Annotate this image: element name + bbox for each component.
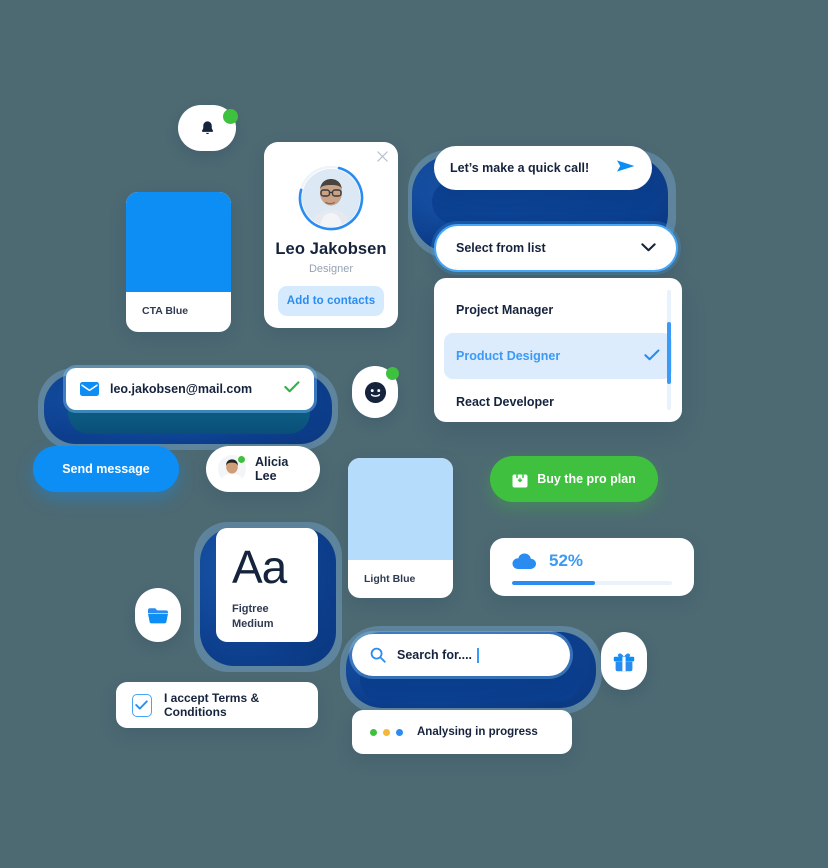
buy-pro-plan-button[interactable]: Buy the pro plan <box>490 456 658 502</box>
search-value: Search for.... <box>397 648 473 662</box>
bell-button[interactable] <box>178 105 238 151</box>
shopping-bag-icon <box>512 470 528 488</box>
profile-name: Leo Jakobsen <box>275 240 387 258</box>
color-swatch-cta-blue[interactable]: CTA Blue <box>126 192 231 332</box>
contact-name: Alicia Lee <box>255 455 289 483</box>
status-dots <box>370 728 403 736</box>
online-status-dot <box>237 455 246 464</box>
select-from-list[interactable]: Select from list <box>434 224 678 272</box>
terms-label: I accept Terms & Conditions <box>163 691 260 719</box>
gift-badge[interactable] <box>601 632 647 690</box>
list-item-label: React Developer <box>456 395 554 409</box>
avatar-progress-ring <box>297 164 365 232</box>
analysing-row: Analysing in progress <box>352 710 572 754</box>
list-item-label: Product Designer <box>456 349 561 363</box>
folder-badge[interactable] <box>135 588 181 642</box>
swatch-color-fill <box>126 192 231 292</box>
storage-progress-fill <box>512 581 596 585</box>
gift-button[interactable] <box>601 632 647 690</box>
ui-collage: CTA Blue Leo Jakobsen Designer Add to co… <box>0 0 828 868</box>
add-to-contacts-button[interactable]: Add to contacts <box>278 286 384 316</box>
smiley-status-dot <box>386 367 399 380</box>
avatar-photo <box>302 169 360 227</box>
profile-card: Leo Jakobsen Designer Add to contacts <box>264 142 398 328</box>
buy-pro-plan-label: Buy the pro plan <box>537 472 636 486</box>
send-message-button[interactable]: Send message <box>33 446 179 492</box>
avatar <box>297 164 365 232</box>
storage-percent-label: 52% <box>549 551 584 570</box>
folder-button[interactable] <box>135 588 181 642</box>
list-scrollbar-thumb[interactable] <box>667 321 671 384</box>
close-icon[interactable] <box>377 149 388 167</box>
swatch-label: Light Blue <box>364 573 416 585</box>
chat-bubble-text: Let’s make a quick call! <box>450 161 590 175</box>
check-icon <box>135 700 149 710</box>
list-item-selected[interactable]: Product Designer <box>444 333 672 379</box>
status-dot <box>383 728 390 736</box>
swatch-label: CTA Blue <box>142 305 189 317</box>
smiley-icon <box>364 381 386 403</box>
storage-progress-bar <box>512 581 672 585</box>
send-icon[interactable] <box>616 158 636 179</box>
notification-badge[interactable] <box>178 105 238 151</box>
profile-role: Designer <box>308 263 354 275</box>
swatch-color-fill <box>348 458 453 560</box>
typography-family: Figtree <box>232 603 269 615</box>
folder-icon <box>148 608 168 624</box>
envelope-icon <box>80 382 99 396</box>
storage-progress-card: 52% <box>490 538 694 596</box>
select-value: Select from list <box>456 241 546 255</box>
select-options-list[interactable]: Project Manager Product Designer React D… <box>434 278 682 422</box>
check-icon <box>284 380 300 398</box>
list-item[interactable]: React Developer <box>434 379 682 422</box>
typography-card[interactable]: Aa Figtree Medium <box>216 528 318 642</box>
avatar <box>218 455 246 483</box>
cloud-icon <box>512 553 538 570</box>
search-input[interactable]: Search for.... <box>352 634 570 676</box>
list-scrollbar[interactable] <box>667 290 671 410</box>
smiley-button[interactable] <box>352 366 399 418</box>
status-dot <box>370 728 377 736</box>
contact-chip[interactable]: Alicia Lee <box>206 446 320 492</box>
email-value: leo.jakobsen@mail.com <box>110 382 253 396</box>
gift-icon <box>613 652 635 671</box>
status-dot <box>396 728 403 736</box>
search-icon <box>370 647 386 663</box>
email-input[interactable]: leo.jakobsen@mail.com <box>66 368 314 410</box>
text-cursor <box>477 647 479 663</box>
check-icon <box>644 348 660 364</box>
notification-status-dot <box>223 109 238 124</box>
smiley-badge[interactable] <box>352 366 399 418</box>
typography-sample: Aa <box>232 541 287 593</box>
typography-weight: Medium <box>232 617 274 630</box>
chevron-down-icon[interactable] <box>641 239 656 257</box>
bell-icon <box>201 120 213 134</box>
color-swatch-light-blue[interactable]: Light Blue <box>348 458 453 598</box>
terms-row[interactable]: I accept Terms & Conditions <box>116 682 318 728</box>
list-item-label: Project Manager <box>456 303 554 317</box>
analysing-label: Analysing in progress <box>417 726 538 738</box>
terms-checkbox[interactable] <box>132 693 152 717</box>
chat-bubble[interactable]: Let’s make a quick call! <box>434 146 652 190</box>
list-item[interactable]: Project Manager <box>434 287 682 333</box>
